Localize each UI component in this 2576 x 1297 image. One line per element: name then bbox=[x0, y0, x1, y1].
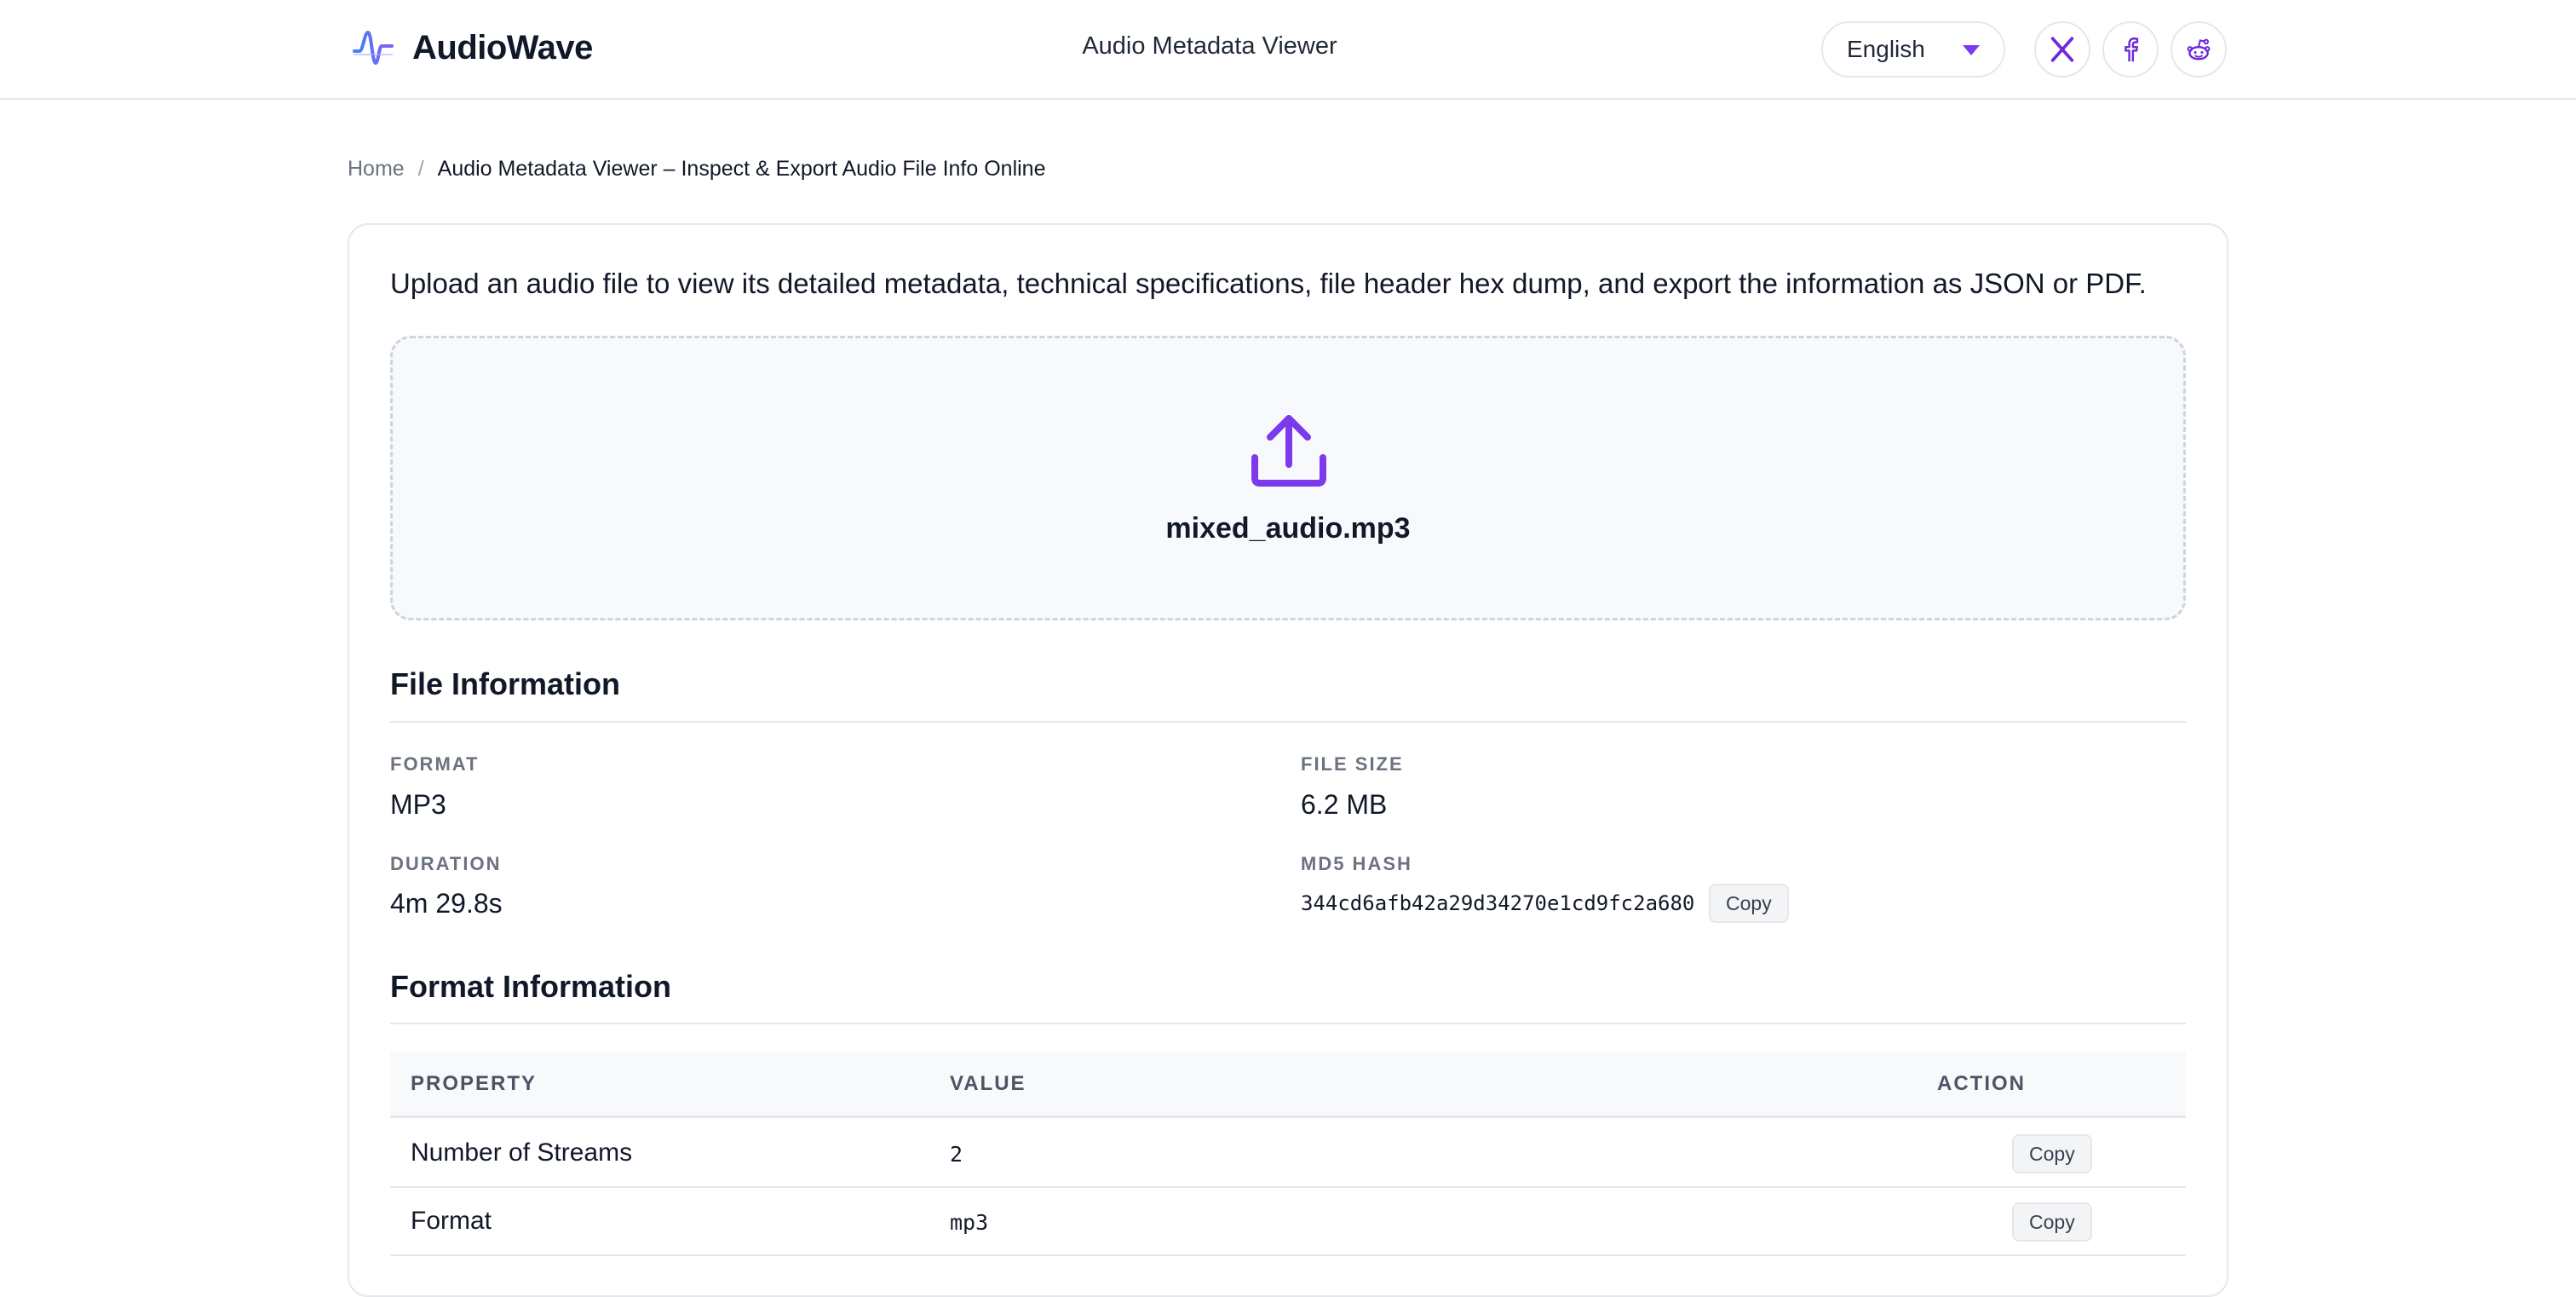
breadcrumb-separator: / bbox=[417, 157, 424, 181]
facebook-icon bbox=[2125, 37, 2139, 62]
file-information-heading: File Information bbox=[390, 666, 620, 701]
format-value: MP3 bbox=[390, 789, 446, 820]
format-information-heading: Format Information bbox=[390, 969, 671, 1004]
breadcrumb-current: Audio Metadata Viewer – Inspect & Export… bbox=[437, 157, 1046, 181]
copy-row-button[interactable]: Copy bbox=[2012, 1134, 2092, 1173]
file-size-label: File Size bbox=[1301, 753, 1404, 775]
tool-description: Upload an audio file to view its detaile… bbox=[390, 268, 2147, 299]
row-value: mp3 bbox=[950, 1210, 989, 1235]
header-page-title: Audio Metadata Viewer bbox=[1082, 32, 1337, 60]
format-label: Format bbox=[390, 753, 480, 775]
file-size-value: 6.2 MB bbox=[1301, 789, 1388, 820]
share-reddit-button[interactable] bbox=[2171, 21, 2227, 78]
table-row: Format mp3 Copy bbox=[390, 1188, 2186, 1256]
breadcrumb: Home / Audio Metadata Viewer – Inspect &… bbox=[348, 157, 1045, 182]
reddit-icon bbox=[2187, 38, 2211, 61]
file-dropzone[interactable]: mixed_audio.mp3 bbox=[390, 336, 2186, 620]
duration-label: Duration bbox=[390, 853, 502, 874]
md5-hash-label: MD5 Hash bbox=[1301, 853, 1412, 874]
section-divider bbox=[390, 721, 2186, 723]
copy-row-button[interactable]: Copy bbox=[2012, 1202, 2092, 1242]
audio-wave-logo-icon bbox=[353, 31, 394, 65]
row-value: 2 bbox=[950, 1142, 963, 1167]
brand-logo[interactable]: AudioWave bbox=[351, 26, 593, 70]
share-facebook-button[interactable] bbox=[2102, 21, 2159, 78]
md5-hash-value: 344cd6afb42a29d34270e1cd9fc2a680 bbox=[1301, 891, 1695, 915]
brand-name: AudioWave bbox=[412, 28, 593, 66]
language-select-value: English bbox=[1847, 36, 1925, 62]
column-header-property: Property bbox=[411, 1072, 538, 1095]
x-icon bbox=[2050, 37, 2074, 62]
column-header-action: Action bbox=[1937, 1072, 2026, 1095]
share-x-button[interactable] bbox=[2034, 21, 2090, 78]
format-table-header: Property Value Action bbox=[390, 1052, 2186, 1118]
uploaded-filename: mixed_audio.mp3 bbox=[1165, 512, 1411, 545]
chevron-down-icon bbox=[1963, 45, 1980, 55]
row-property: Format bbox=[411, 1207, 492, 1235]
duration-value: 4m 29.8s bbox=[390, 888, 503, 919]
breadcrumb-home-link[interactable]: Home bbox=[348, 157, 405, 182]
upload-icon bbox=[1251, 415, 1326, 487]
language-select[interactable]: English bbox=[1821, 21, 2005, 78]
table-row: Number of Streams 2 Copy bbox=[390, 1120, 2186, 1188]
top-header: AudioWave Audio Metadata Viewer English bbox=[0, 0, 2576, 100]
column-header-value: Value bbox=[950, 1072, 1026, 1095]
copy-md5-button[interactable]: Copy bbox=[1709, 884, 1789, 923]
section-divider bbox=[390, 1023, 2186, 1024]
row-property: Number of Streams bbox=[411, 1138, 633, 1167]
